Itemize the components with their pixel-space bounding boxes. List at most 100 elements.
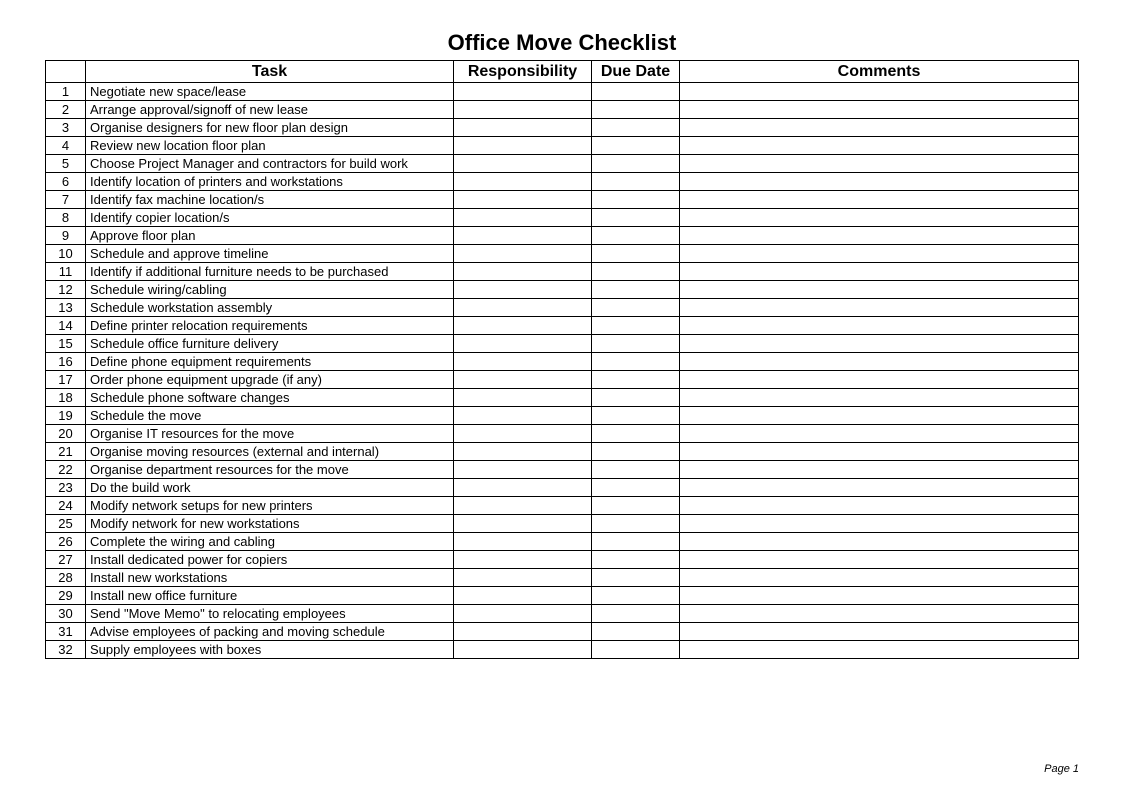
task-cell: Organise IT resources for the move xyxy=(86,425,454,443)
due-date-cell xyxy=(592,137,680,155)
due-date-cell xyxy=(592,551,680,569)
row-number: 2 xyxy=(46,101,86,119)
due-date-cell xyxy=(592,263,680,281)
comments-cell xyxy=(680,209,1079,227)
responsibility-cell xyxy=(454,443,592,461)
due-date-cell xyxy=(592,407,680,425)
row-number: 28 xyxy=(46,569,86,587)
comments-cell xyxy=(680,407,1079,425)
task-cell: Identify if additional furniture needs t… xyxy=(86,263,454,281)
due-date-cell xyxy=(592,335,680,353)
table-row: 9Approve floor plan xyxy=(46,227,1079,245)
due-date-cell xyxy=(592,443,680,461)
due-date-cell xyxy=(592,569,680,587)
due-date-cell xyxy=(592,191,680,209)
task-cell: Approve floor plan xyxy=(86,227,454,245)
table-row: 26Complete the wiring and cabling xyxy=(46,533,1079,551)
due-date-cell xyxy=(592,353,680,371)
responsibility-cell xyxy=(454,173,592,191)
task-cell: Define printer relocation requirements xyxy=(86,317,454,335)
responsibility-cell xyxy=(454,551,592,569)
row-number: 1 xyxy=(46,83,86,101)
responsibility-cell xyxy=(454,263,592,281)
checklist-table: Task Responsibility Due Date Comments 1N… xyxy=(45,60,1079,659)
responsibility-cell xyxy=(454,119,592,137)
row-number: 5 xyxy=(46,155,86,173)
due-date-cell xyxy=(592,281,680,299)
responsibility-cell xyxy=(454,479,592,497)
col-header-number xyxy=(46,61,86,83)
comments-cell xyxy=(680,533,1079,551)
row-number: 15 xyxy=(46,335,86,353)
table-row: 32Supply employees with boxes xyxy=(46,641,1079,659)
comments-cell xyxy=(680,191,1079,209)
responsibility-cell xyxy=(454,101,592,119)
task-cell: Review new location floor plan xyxy=(86,137,454,155)
col-header-comments: Comments xyxy=(680,61,1079,83)
responsibility-cell xyxy=(454,227,592,245)
due-date-cell xyxy=(592,587,680,605)
table-row: 27Install dedicated power for copiers xyxy=(46,551,1079,569)
table-row: 1Negotiate new space/lease xyxy=(46,83,1079,101)
comments-cell xyxy=(680,425,1079,443)
comments-cell xyxy=(680,317,1079,335)
comments-cell xyxy=(680,515,1079,533)
row-number: 20 xyxy=(46,425,86,443)
responsibility-cell xyxy=(454,137,592,155)
task-cell: Identify fax machine location/s xyxy=(86,191,454,209)
comments-cell xyxy=(680,641,1079,659)
table-row: 16Define phone equipment requirements xyxy=(46,353,1079,371)
responsibility-cell xyxy=(454,641,592,659)
due-date-cell xyxy=(592,299,680,317)
responsibility-cell xyxy=(454,389,592,407)
row-number: 26 xyxy=(46,533,86,551)
comments-cell xyxy=(680,353,1079,371)
comments-cell xyxy=(680,461,1079,479)
row-number: 32 xyxy=(46,641,86,659)
task-cell: Install new workstations xyxy=(86,569,454,587)
due-date-cell xyxy=(592,119,680,137)
responsibility-cell xyxy=(454,155,592,173)
comments-cell xyxy=(680,263,1079,281)
table-row: 22Organise department resources for the … xyxy=(46,461,1079,479)
task-cell: Do the build work xyxy=(86,479,454,497)
responsibility-cell xyxy=(454,245,592,263)
row-number: 16 xyxy=(46,353,86,371)
table-row: 28Install new workstations xyxy=(46,569,1079,587)
comments-cell xyxy=(680,371,1079,389)
due-date-cell xyxy=(592,497,680,515)
responsibility-cell xyxy=(454,569,592,587)
due-date-cell xyxy=(592,461,680,479)
row-number: 12 xyxy=(46,281,86,299)
table-row: 31Advise employees of packing and moving… xyxy=(46,623,1079,641)
table-row: 3Organise designers for new floor plan d… xyxy=(46,119,1079,137)
task-cell: Negotiate new space/lease xyxy=(86,83,454,101)
task-cell: Identify location of printers and workst… xyxy=(86,173,454,191)
page-title: Office Move Checklist xyxy=(45,30,1079,56)
table-row: 10Schedule and approve timeline xyxy=(46,245,1079,263)
task-cell: Modify network for new workstations xyxy=(86,515,454,533)
task-cell: Schedule phone software changes xyxy=(86,389,454,407)
col-header-task: Task xyxy=(86,61,454,83)
responsibility-cell xyxy=(454,425,592,443)
due-date-cell xyxy=(592,623,680,641)
table-row: 19Schedule the move xyxy=(46,407,1079,425)
row-number: 8 xyxy=(46,209,86,227)
table-row: 14Define printer relocation requirements xyxy=(46,317,1079,335)
comments-cell xyxy=(680,245,1079,263)
table-row: 23Do the build work xyxy=(46,479,1079,497)
due-date-cell xyxy=(592,209,680,227)
task-cell: Organise moving resources (external and … xyxy=(86,443,454,461)
due-date-cell xyxy=(592,515,680,533)
row-number: 22 xyxy=(46,461,86,479)
responsibility-cell xyxy=(454,317,592,335)
due-date-cell xyxy=(592,155,680,173)
row-number: 3 xyxy=(46,119,86,137)
comments-cell xyxy=(680,605,1079,623)
due-date-cell xyxy=(592,533,680,551)
due-date-cell xyxy=(592,479,680,497)
responsibility-cell xyxy=(454,497,592,515)
responsibility-cell xyxy=(454,533,592,551)
row-number: 6 xyxy=(46,173,86,191)
row-number: 13 xyxy=(46,299,86,317)
